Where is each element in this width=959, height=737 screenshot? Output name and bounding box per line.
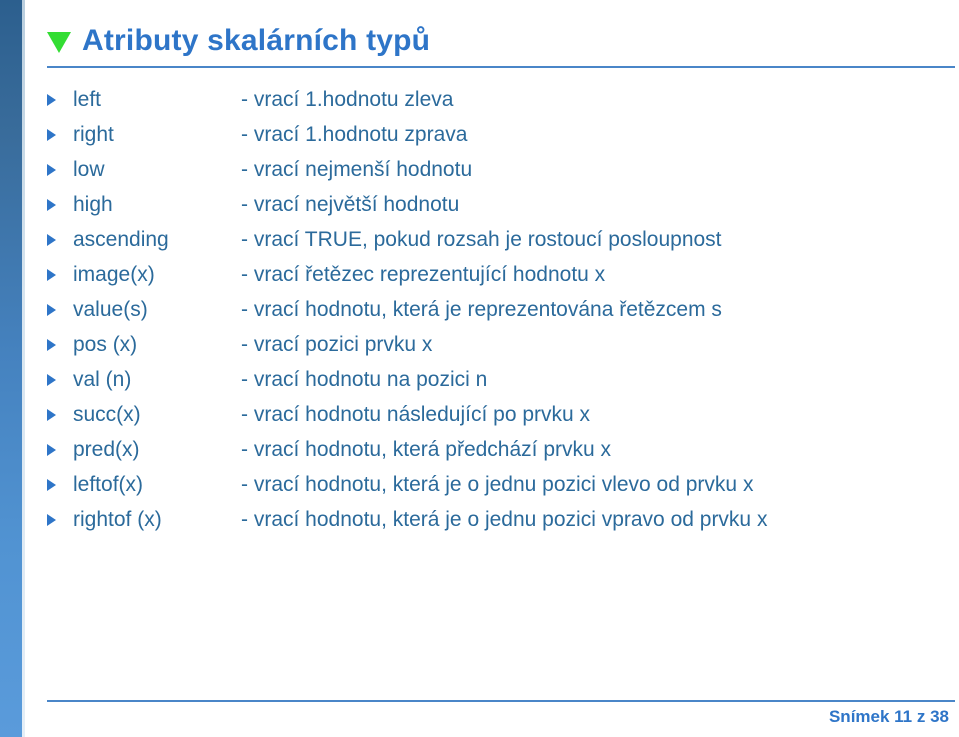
attribute-name: leftof(x) [73, 473, 144, 496]
attribute-description: - vrací řetězec reprezentující hodnotu x [241, 263, 606, 286]
attribute-description: - vrací nejmenší hodnotu [241, 158, 473, 181]
attribute-row: pred(x) - vrací hodnotu, která předchází … [47, 438, 947, 473]
attribute-name: right [73, 123, 114, 146]
bullet-triangle-right-glyph [47, 374, 56, 386]
bullet-triangle-right-glyph [47, 304, 56, 316]
bullet-triangle-right-glyph [47, 234, 56, 246]
bullet-triangle-right-glyph [47, 409, 56, 421]
bullet-triangle-right-icon [47, 125, 73, 141]
sidebar-edge-highlight [22, 0, 25, 737]
attribute-row: leftof(x) - vrací hodnotu, která je o jed… [47, 473, 947, 508]
bullet-triangle-right-icon [47, 440, 73, 456]
attribute-name: succ(x) [73, 403, 141, 426]
bullet-triangle-right-icon [47, 370, 73, 386]
attribute-name: pred(x) [73, 438, 140, 461]
title-divider [47, 66, 955, 68]
attribute-row: left - vrací 1.hodnotu zleva [47, 88, 947, 123]
attribute-description: - vrací hodnotu na pozici n [241, 368, 488, 391]
attribute-list: left - vrací 1.hodnotu zleva right - vrací … [47, 88, 947, 543]
bullet-triangle-right-icon [47, 335, 73, 351]
attribute-row: low - vrací nejmenší hodnotu [47, 158, 947, 193]
attribute-name: left [73, 88, 102, 111]
attribute-row: value(s) - vrací hodnotu, která je reprez… [47, 298, 947, 333]
triangle-down-icon [47, 31, 71, 53]
attribute-name: image(x) [73, 263, 155, 286]
attribute-row: pos (x) - vrací pozici prvku x [47, 333, 947, 368]
bullet-triangle-right-icon [47, 510, 73, 526]
slide-title-row: Atributy skalárních typů [47, 22, 430, 60]
attribute-row: image(x) - vrací řetězec reprezentující h… [47, 263, 947, 298]
bullet-triangle-right-icon [47, 265, 73, 281]
bullet-triangle-right-icon [47, 230, 73, 246]
attribute-description: - vrací hodnotu, která předchází prvku x [241, 438, 612, 461]
attribute-row: ascending - vrací TRUE, pokud rozsah je r… [47, 228, 947, 263]
footer-divider [47, 700, 955, 702]
attribute-row: right - vrací 1.hodnotu zprava [47, 123, 947, 158]
attribute-name: value(s) [73, 298, 148, 321]
attribute-name: pos (x) [73, 333, 138, 356]
bullet-triangle-right-icon [47, 90, 73, 106]
bullet-triangle-right-glyph [47, 129, 56, 141]
attribute-description: - vrací 1.hodnotu zprava [241, 123, 468, 146]
bullet-triangle-right-icon [47, 405, 73, 421]
sidebar-decoration [0, 0, 22, 737]
bullet-triangle-right-glyph [47, 269, 56, 281]
attribute-row: val (n) - vrací hodnotu na pozici n [47, 368, 947, 403]
attribute-description: - vrací hodnotu, která je o jednu pozici… [241, 473, 754, 496]
bullet-triangle-right-icon [47, 475, 73, 491]
bullet-triangle-right-icon [47, 300, 73, 316]
attribute-description: - vrací největší hodnotu [241, 193, 460, 216]
bullet-triangle-right-icon [47, 195, 73, 211]
attribute-name: low [73, 158, 105, 181]
bullet-triangle-right-glyph [47, 339, 56, 351]
attribute-description: - vrací hodnotu následující po prvku x [241, 403, 591, 426]
bullet-triangle-right-glyph [47, 444, 56, 456]
presentation-slide: Atributy skalárních typů left - vrací 1.h… [0, 0, 959, 737]
attribute-name: ascending [73, 228, 169, 251]
page-title: Atributy skalárních typů [82, 24, 431, 57]
bullet-triangle-right-icon [47, 160, 73, 176]
bullet-triangle-right-glyph [47, 94, 56, 106]
slide-number: Snímek 11 z 38 [828, 707, 949, 726]
attribute-name: high [73, 193, 113, 216]
attribute-row: rightof (x) - vrací hodnotu, která je o j… [47, 508, 947, 543]
attribute-name: val (n) [73, 368, 132, 391]
attribute-row: succ(x) - vrací hodnotu následující po pr… [47, 403, 947, 438]
attribute-description: - vrací 1.hodnotu zleva [241, 88, 454, 111]
bullet-triangle-right-glyph [47, 199, 56, 211]
bullet-triangle-right-glyph [47, 164, 56, 176]
attribute-description: - vrací hodnotu, která je o jednu pozici… [241, 508, 768, 531]
attribute-description: - vrací pozici prvku x [241, 333, 433, 356]
attribute-description: - vrací hodnotu, která je reprezentována… [241, 298, 722, 321]
bullet-triangle-right-glyph [47, 514, 56, 526]
attribute-row: high - vrací největší hodnotu [47, 193, 947, 228]
bullet-triangle-right-glyph [47, 479, 56, 491]
attribute-description: - vrací TRUE, pokud rozsah je rostoucí p… [241, 228, 722, 251]
attribute-name: rightof (x) [73, 508, 162, 531]
